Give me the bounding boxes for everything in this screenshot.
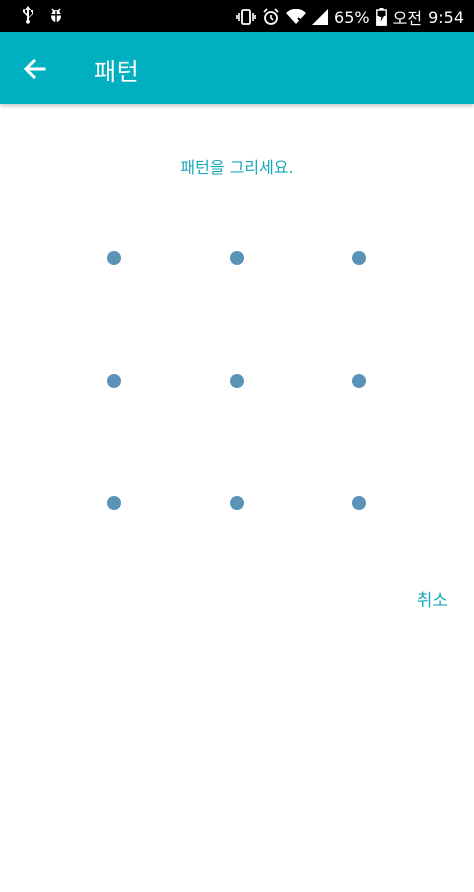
pattern-dot[interactable]: [107, 251, 121, 265]
clock-ampm: 오전: [392, 9, 423, 28]
pattern-dot[interactable]: [107, 496, 121, 510]
cancel-button[interactable]: 취소: [417, 586, 448, 611]
signal-icon: [312, 9, 329, 25]
pattern-dot[interactable]: [230, 496, 244, 510]
status-left-icons: [22, 6, 64, 24]
pattern-dot[interactable]: [352, 374, 366, 388]
pattern-dot[interactable]: [352, 496, 366, 510]
pattern-dot[interactable]: [230, 374, 244, 388]
status-bar: 65% 오전 9:54: [0, 0, 474, 32]
back-button[interactable]: [20, 54, 50, 84]
app-bar: 패턴: [0, 32, 474, 104]
arrow-left-icon: [23, 58, 46, 80]
usb-icon: [22, 6, 34, 24]
wifi-icon: [286, 9, 307, 25]
status-right-icons: 65% 오전 9:54: [236, 5, 464, 29]
vibrate-icon: [236, 9, 256, 25]
pattern-dot[interactable]: [230, 251, 244, 265]
pattern-dot[interactable]: [107, 374, 121, 388]
battery-percent: 65%: [334, 7, 370, 27]
page-title: 패턴: [94, 58, 140, 86]
battery-charging-icon: [375, 8, 387, 26]
clock-time: 9:54: [428, 7, 464, 27]
pattern-prompt: 패턴을 그리세요.: [180, 158, 294, 177]
debug-bug-icon: [48, 7, 64, 23]
pattern-dot[interactable]: [352, 251, 366, 265]
pattern-grid[interactable]: [0, 0, 474, 892]
alarm-icon: [262, 8, 280, 26]
